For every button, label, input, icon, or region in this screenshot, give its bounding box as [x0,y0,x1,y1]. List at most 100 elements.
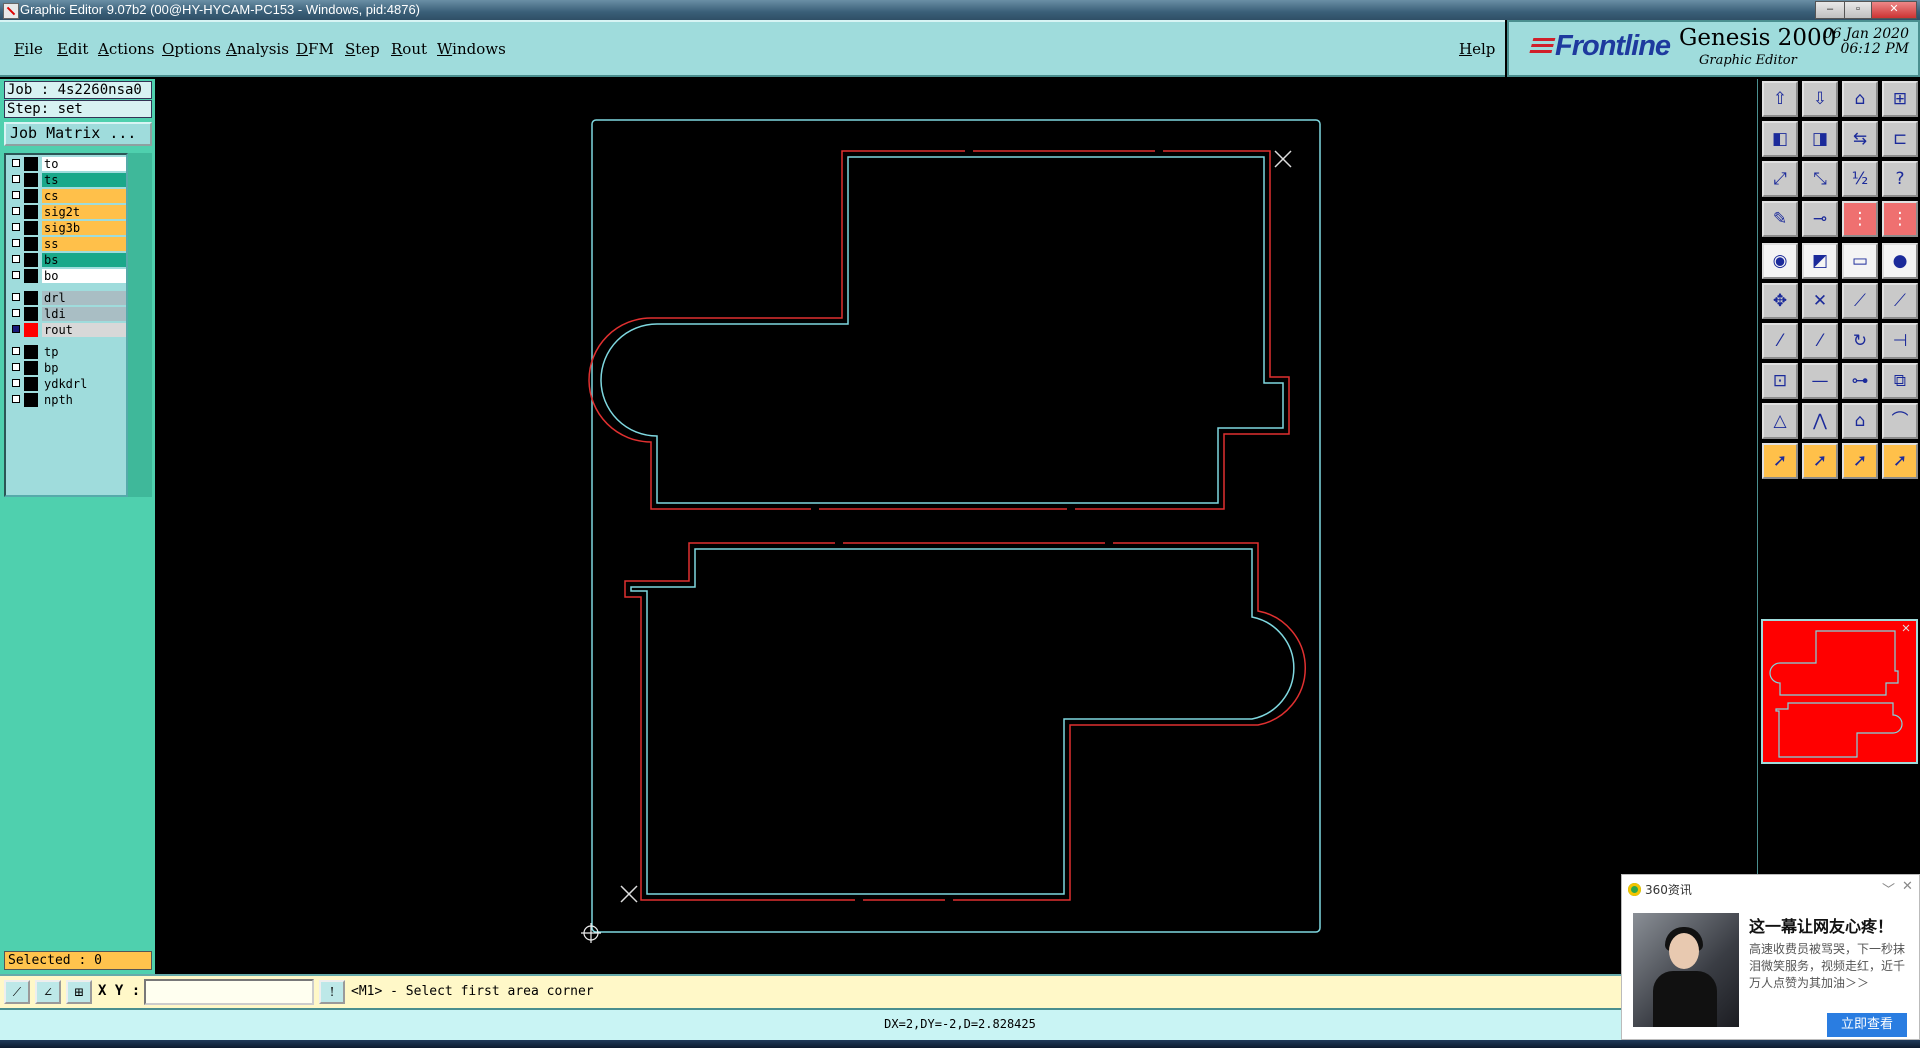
grid-tool-button[interactable]: ⊞ [1882,81,1918,117]
help-query-tool-button[interactable]: ? [1882,161,1918,197]
layer-checkbox[interactable] [12,293,20,301]
layer-row-bp[interactable]: bp [10,361,128,375]
layer-checkbox[interactable] [12,309,20,317]
zoom-window-tool-button[interactable]: ⇩ [1802,81,1838,117]
layer-name[interactable]: ydkdrl [42,377,126,391]
layer-name[interactable]: sig3b [42,221,126,235]
cross-tool-button[interactable]: ✕ [1802,283,1838,319]
circle-tool-button[interactable]: ● [1882,243,1918,279]
zoom-home-tool-button[interactable]: ⇧ [1762,81,1798,117]
layers-red-tool-button[interactable]: ⋮ [1842,201,1878,237]
grid-mode-button[interactable]: ⊞ [66,980,92,1004]
fit-tool-button[interactable]: ⤢ [1762,161,1798,197]
layer-name[interactable]: sig2t [42,205,126,219]
layer-name[interactable]: bo [42,269,126,283]
layer-row-cs[interactable]: cs [10,189,128,203]
popup-close-button[interactable]: ✕ [1902,879,1913,894]
layer-list-scrollbar[interactable] [128,153,152,497]
news-title[interactable]: 这一幕让网友心疼！ [1749,913,1893,937]
job-matrix-button[interactable]: Job Matrix ... [4,122,152,146]
layer-row-bo[interactable]: bo [10,269,128,283]
snap-red-tool-button[interactable]: ⊡ [1762,363,1798,399]
minus-tool-button[interactable]: — [1802,363,1838,399]
overview-minimap[interactable] [1761,619,1918,764]
xy-input[interactable] [144,979,314,1005]
arc-tool-button[interactable]: △ [1762,403,1798,439]
center-tool-button[interactable]: ⤡ [1802,161,1838,197]
layer-row-tp[interactable]: tp [10,345,128,359]
menu-windows[interactable]: Windows [437,40,506,58]
pointer-add-tool-button[interactable]: ➚ [1842,443,1878,479]
menu-dfm[interactable]: DFM [296,40,334,58]
scale-1-2-tool-button[interactable]: ½ [1842,161,1878,197]
layer-row-ldi[interactable]: ldi [10,307,128,321]
drill-tool-button[interactable]: ⧉ [1882,363,1918,399]
layer-row-ts[interactable]: ts [10,173,128,187]
layer-row-bs[interactable]: bs [10,253,128,267]
node-red-tool-button[interactable]: ⟋ [1882,283,1918,319]
info-button[interactable]: ! [319,980,345,1004]
arc-blue-tool-button[interactable]: ⌂ [1842,403,1878,439]
layer-name[interactable]: bp [42,361,126,375]
pointer-tool-button[interactable]: ➚ [1762,443,1798,479]
layer-name[interactable]: npth [42,393,126,407]
menu-options[interactable]: Options [162,40,221,58]
layer-checkbox[interactable] [12,325,20,333]
split-tool-button[interactable]: ⊣ [1882,323,1918,359]
menu-help[interactable]: Help [1459,40,1495,58]
layer-checkbox[interactable] [12,395,20,403]
measure-tool-button[interactable]: ✎ [1762,201,1798,237]
layer-row-drl[interactable]: drl [10,291,128,305]
layer-row-sig2t[interactable]: sig2t [10,205,128,219]
snap-tool-button[interactable]: ⊏ [1882,121,1918,157]
layer-name[interactable]: tp [42,345,126,359]
layer-checkbox[interactable] [12,191,20,199]
layer-checkbox[interactable] [12,363,20,371]
layer-checkbox[interactable] [12,347,20,355]
minimize-button[interactable]: – [1815,1,1845,19]
layer-row-sig3b[interactable]: sig3b [10,221,128,235]
layer-name[interactable]: ss [42,237,126,251]
maximize-button[interactable]: ▫ [1844,1,1872,19]
layers-red2-tool-button[interactable]: ⋮ [1882,201,1918,237]
layer-name[interactable]: ldi [42,307,126,321]
layer-row-ydkdrl[interactable]: ydkdrl [10,377,128,391]
layer-name[interactable]: bs [42,253,126,267]
menu-actions[interactable]: Actions [98,40,154,58]
dim-tool-button[interactable]: ⊶ [1842,363,1878,399]
pad-tool-button[interactable]: ◉ [1762,243,1798,279]
layer-name[interactable]: drl [42,291,126,305]
layer-name[interactable]: to [42,157,126,171]
layer-row-rout[interactable]: rout [10,323,128,337]
menu-file[interactable]: File [14,40,43,58]
pointer-route-tool-button[interactable]: ➚ [1882,443,1918,479]
ruler-tool-button[interactable]: ▭ [1842,243,1878,279]
menu-rout[interactable]: Rout [391,40,427,58]
popup-minimize-button[interactable]: ﹀ [1882,879,1895,898]
snap-mode-button[interactable]: ⟋ [4,980,30,1004]
rout-tool-button[interactable]: ⊸ [1802,201,1838,237]
layer-row-to[interactable]: to [10,157,128,171]
angle-mode-button[interactable]: ∠ [35,980,61,1004]
line-tool-button[interactable]: ⁄ [1762,323,1798,359]
menu-analysis[interactable]: Analysis [226,40,289,58]
home-tool-button[interactable]: ⌂ [1842,81,1878,117]
node-tool-button[interactable]: ⟋ [1842,283,1878,319]
mirror-tool-button[interactable]: ⇆ [1842,121,1878,157]
layer-checkbox[interactable] [12,255,20,263]
layer-checkbox[interactable] [12,159,20,167]
pan-left-tool-button[interactable]: ◧ [1762,121,1798,157]
graphic-canvas[interactable] [155,79,1757,974]
move-tool-button[interactable]: ✥ [1762,283,1798,319]
layer-checkbox[interactable] [12,239,20,247]
close-window-button[interactable]: ✕ [1871,1,1917,19]
layer-name[interactable]: rout [42,323,126,337]
rotate-tool-button[interactable]: ↻ [1842,323,1878,359]
layer-name[interactable]: ts [42,173,126,187]
layer-row-npth[interactable]: npth [10,393,128,407]
layer-checkbox[interactable] [12,271,20,279]
menu-edit[interactable]: Edit [57,40,88,58]
menu-step[interactable]: Step [345,40,380,58]
layer-checkbox[interactable] [12,223,20,231]
news-photo[interactable] [1633,913,1739,1027]
